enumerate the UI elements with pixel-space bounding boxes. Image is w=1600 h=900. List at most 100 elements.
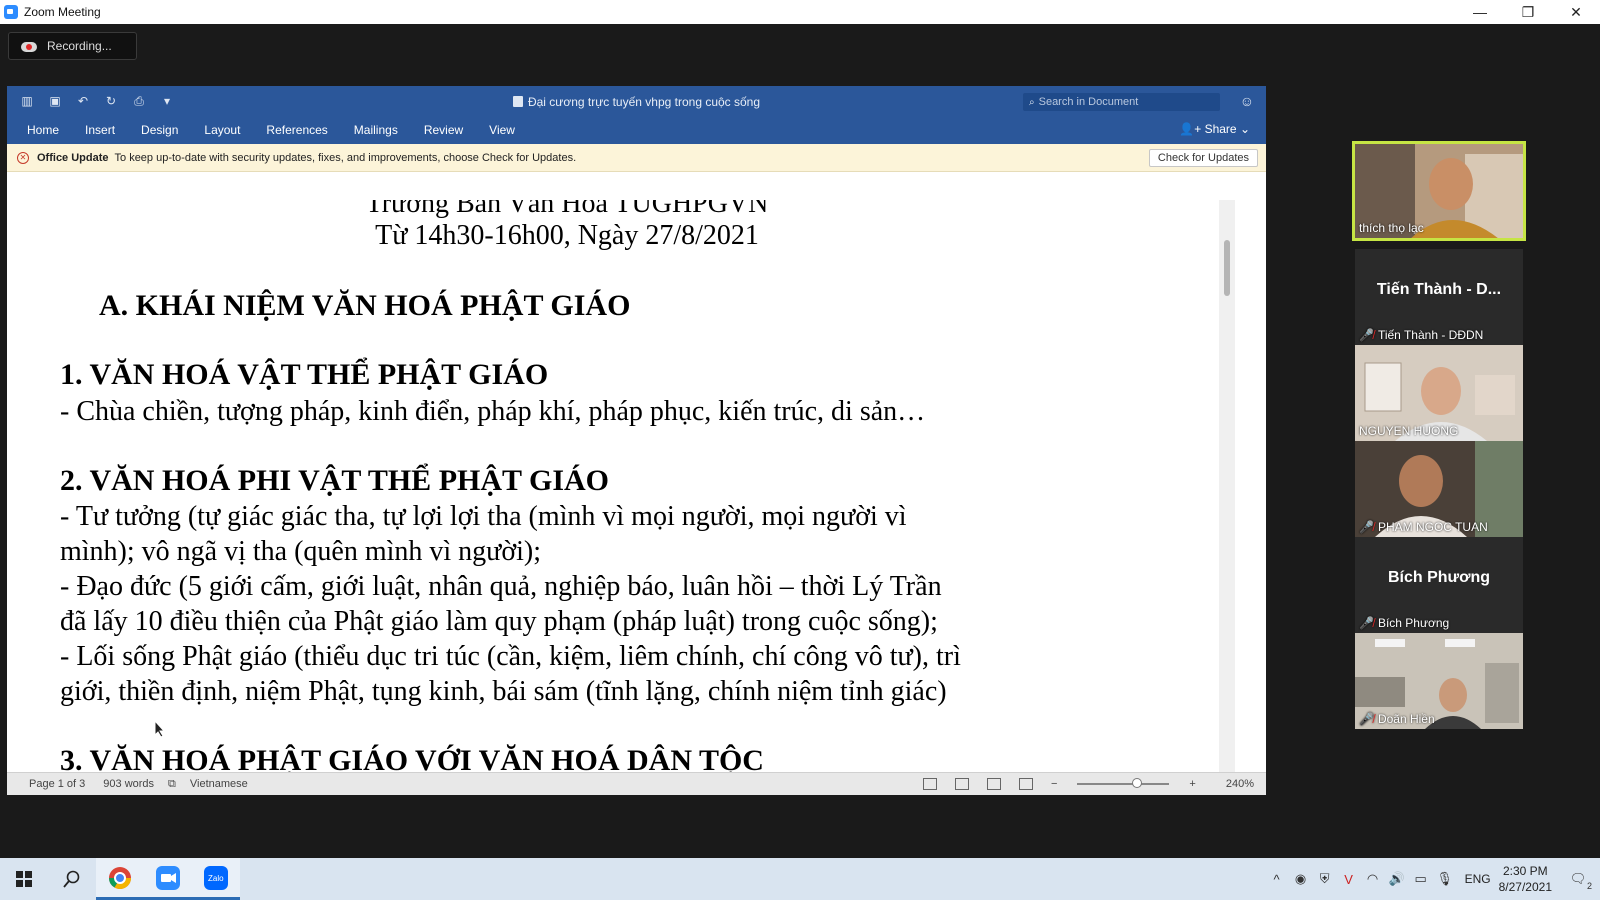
zoom-taskbar-icon[interactable] — [144, 858, 192, 900]
clock-time: 2:30 PM — [1502, 864, 1548, 878]
windows-taskbar: Zalo ^ ◉ ⛨ V ◠ 🔊 ▭ 🎙 ENG 2:30 PM 8/27/20… — [0, 858, 1600, 900]
antivirus-tray-icon[interactable]: V — [1337, 872, 1361, 887]
participant-name: 🎤̸ Doãn Hiền — [1359, 712, 1435, 726]
tab-layout[interactable]: Layout — [204, 123, 240, 137]
participant-name-text: NGUYEN HUONG — [1359, 424, 1459, 438]
participant-name: thích thọ lạc — [1359, 221, 1424, 235]
tab-home[interactable]: Home — [27, 123, 59, 137]
wifi-icon[interactable]: ◠ — [1361, 871, 1385, 887]
recording-indicator[interactable]: Recording... — [8, 32, 137, 60]
participant-tile[interactable]: Tiến Thành - D... 🎤̸ Tiến Thành - DĐDN — [1355, 249, 1523, 345]
participant-tile[interactable]: 🎤̸ PHAM NGOC TUAN — [1355, 441, 1523, 537]
tab-references[interactable]: References — [266, 123, 327, 137]
minimize-icon[interactable]: — — [1456, 0, 1504, 24]
restore-icon[interactable]: ❐ — [1504, 0, 1552, 24]
heading-a: A. KHÁI NIỆM VĂN HOÁ PHẬT GIÁO — [99, 289, 631, 322]
chrome-taskbar-icon[interactable] — [96, 858, 144, 900]
vertical-scroll-thumb[interactable] — [1224, 240, 1230, 296]
update-title: Office Update — [37, 151, 109, 164]
status-bar: Page 1 of 3 903 words ⧉ Vietnamese − + 2… — [7, 772, 1266, 795]
notification-count: 2 — [1586, 881, 1592, 891]
participant-name-text: thích thọ lạc — [1359, 221, 1424, 235]
participant-name-text: Doãn Hiền — [1377, 712, 1435, 726]
volume-icon[interactable]: 🔊 — [1385, 871, 1409, 887]
share-button[interactable]: 👤+ Share ⌄ — [1179, 122, 1250, 136]
mic-muted-icon: 🎤̸ — [1359, 520, 1374, 534]
body-line: - Chùa chiền, tượng pháp, kinh điển, phá… — [60, 396, 926, 427]
system-tray: ^ ◉ ⛨ V ◠ 🔊 ▭ 🎙 ENG 2:30 PM 8/27/2021 🗨 2 — [1265, 858, 1600, 900]
body-line: mình); vô ngã vị tha (quên mình vì người… — [60, 536, 542, 567]
body-line: - Đạo đức (5 giới cấm, giới luật, nhân q… — [60, 571, 942, 602]
dismiss-icon[interactable]: ✕ — [17, 151, 29, 164]
mouse-cursor-icon — [154, 720, 166, 738]
tab-mailings[interactable]: Mailings — [354, 123, 398, 137]
check-for-updates-button[interactable]: Check for Updates — [1148, 149, 1258, 167]
participant-name: NGUYEN HUONG — [1359, 424, 1458, 438]
web-layout-view-icon[interactable] — [954, 778, 969, 790]
tab-review[interactable]: Review — [424, 123, 463, 137]
print-layout-view-icon[interactable] — [922, 778, 937, 790]
search-icon: ⌕ — [1029, 96, 1035, 108]
proofing-icon[interactable]: ⧉ — [168, 778, 176, 791]
window-controls: — ❐ ✕ — [1456, 0, 1600, 24]
zalo-tray-icon[interactable]: ◉ — [1289, 871, 1313, 887]
word-titlebar: ▥ ▣ ↶ ↻ ⎙ ▾ Đại cương trực tuyến vhpg tr… — [7, 86, 1266, 116]
update-message: To keep up-to-date with security updates… — [114, 151, 577, 164]
view-controls: − + 240% — [922, 773, 1266, 795]
zoom-app-icon — [4, 5, 18, 19]
windows-start-icon[interactable] — [0, 858, 48, 900]
participant-name: 🎤̸ PHAM NGOC TUAN — [1359, 520, 1488, 534]
language-indicator[interactable]: Vietnamese — [190, 778, 248, 790]
zoom-level[interactable]: 240% — [1226, 778, 1254, 790]
search-input[interactable]: ⌕ Search in Document — [1023, 93, 1220, 111]
zoom-slider[interactable] — [1077, 778, 1170, 788]
security-tray-icon[interactable]: ⛨ — [1313, 871, 1337, 887]
document-title-text: Đại cương trực tuyến vhpg trong cuộc sốn… — [527, 95, 761, 109]
tab-design[interactable]: Design — [141, 123, 178, 137]
chevron-down-icon: ⌄ — [1236, 122, 1250, 136]
battery-icon[interactable]: ▭ — [1409, 871, 1433, 887]
heading-1: 1. VĂN HOÁ VẬT THỂ PHẬT GIÁO — [60, 358, 549, 391]
tab-view[interactable]: View — [489, 123, 515, 137]
document-page[interactable]: Trưởng Ban Văn Hoá TUGHPGVN Từ 14h30-16h… — [7, 200, 1219, 790]
participant-tile-active[interactable]: thích thọ lạc — [1352, 141, 1526, 241]
zoom-slider-knob[interactable] — [1132, 778, 1143, 788]
mic-muted-icon: 🎤̸ — [1359, 712, 1374, 726]
mic-muted-icon: 🎤̸ — [1359, 616, 1374, 630]
doc-header-line: Trưởng Ban Văn Hoá TUGHPGVN — [365, 200, 769, 219]
participant-tile[interactable]: Bích Phương 🎤̸ Bích Phương — [1355, 537, 1523, 633]
zoom-out-icon[interactable]: − — [1051, 778, 1057, 790]
input-language[interactable]: ENG — [1465, 872, 1491, 886]
page-count[interactable]: Page 1 of 3 — [29, 778, 85, 790]
clock-date: 8/27/2021 — [1498, 880, 1552, 894]
office-update-bar: ✕ Office Update To keep up-to-date with … — [7, 144, 1266, 172]
participant-big-name: Tiến Thành - D... — [1376, 281, 1502, 298]
vertical-scrollbar[interactable] — [1219, 200, 1235, 780]
document-canvas[interactable]: Trưởng Ban Văn Hoá TUGHPGVN Từ 14h30-16h… — [7, 200, 1266, 790]
show-hidden-icons-icon[interactable]: ^ — [1265, 872, 1289, 887]
heading-2: 2. VĂN HOÁ PHI VẬT THỂ PHẬT GIÁO — [60, 464, 609, 497]
tab-insert[interactable]: Insert — [85, 123, 115, 137]
clock[interactable]: 2:30 PM 8/27/2021 — [1499, 863, 1552, 895]
zoom-in-icon[interactable]: + — [1189, 778, 1195, 790]
participant-tile[interactable]: 🎤̸ Doãn Hiền — [1355, 633, 1523, 729]
zoom-titlebar: Zoom Meeting — ❐ ✕ — [0, 0, 1600, 24]
meeting-stage: Recording... ▥ ▣ ↶ ↻ ⎙ ▾ Đại cương trực … — [0, 24, 1600, 858]
outline-view-icon[interactable] — [986, 778, 1001, 790]
participant-big-name: Bích Phương — [1387, 569, 1491, 586]
close-icon[interactable]: ✕ — [1552, 0, 1600, 24]
draft-view-icon[interactable] — [1018, 778, 1033, 790]
cloud-record-icon — [21, 40, 37, 52]
participant-name-text: PHAM NGOC TUAN — [1377, 520, 1488, 534]
zalo-taskbar-icon[interactable]: Zalo — [192, 858, 240, 900]
microphone-icon[interactable]: 🎙 — [1433, 871, 1457, 887]
feedback-smiley-icon[interactable]: ☺ — [1240, 93, 1254, 109]
word-doc-icon — [512, 96, 523, 107]
doc-date-line: Từ 14h30-16h00, Ngày 27/8/2021 — [375, 220, 759, 251]
notification-center-icon[interactable]: 🗨 2 — [1566, 871, 1592, 891]
body-line: giới, thiền định, niệm Phật, tụng kinh, … — [60, 676, 947, 707]
participant-tile[interactable]: NGUYEN HUONG — [1355, 345, 1523, 441]
search-icon[interactable] — [48, 858, 96, 900]
word-count[interactable]: 903 words — [103, 778, 154, 790]
add-person-icon: 👤+ — [1179, 122, 1205, 136]
